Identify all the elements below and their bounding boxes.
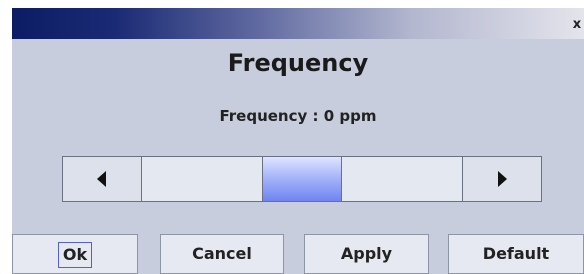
page: x Frequency Frequency : 0 ppm Ok Cancel …: [0, 0, 584, 274]
close-icon[interactable]: x: [570, 17, 584, 33]
slider-increment-button[interactable]: [462, 157, 541, 201]
frequency-slider[interactable]: [62, 156, 542, 202]
default-button[interactable]: Default: [448, 234, 584, 274]
slider-thumb[interactable]: [262, 157, 342, 201]
arrow-left-icon: [97, 171, 106, 187]
ok-button-label: Ok: [57, 241, 93, 268]
apply-button[interactable]: Apply: [304, 234, 429, 274]
cancel-button[interactable]: Cancel: [160, 234, 284, 274]
frequency-dialog: x Frequency Frequency : 0 ppm Ok Cancel …: [12, 8, 584, 274]
arrow-right-icon: [498, 171, 507, 187]
frequency-value-label: Frequency : 0 ppm: [219, 107, 377, 125]
title-bar[interactable]: x: [12, 8, 584, 39]
slider-decrement-button[interactable]: [63, 157, 142, 201]
dialog-heading: Frequency: [227, 49, 369, 77]
ok-button[interactable]: Ok: [12, 234, 138, 274]
slider-track[interactable]: [142, 157, 462, 201]
